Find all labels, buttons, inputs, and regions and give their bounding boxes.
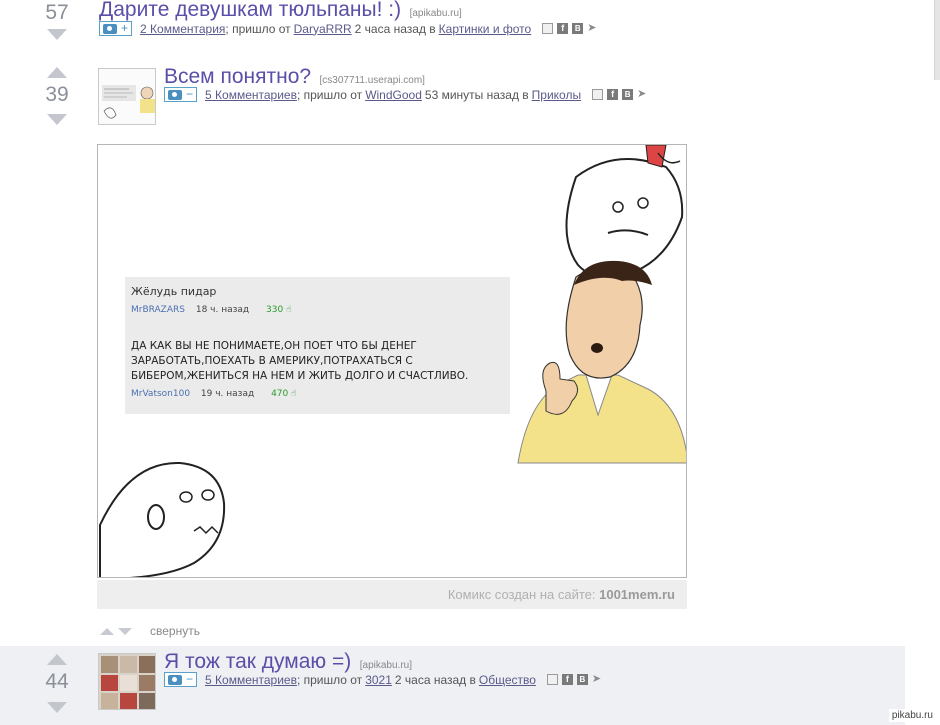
from-text: ; пришло от — [225, 21, 291, 36]
comic-comment-box: Жёлудь пидар MrBRAZARS 18 ч. назад 330 ☝… — [125, 277, 510, 414]
post-domain: [cs307711.userapi.com] — [319, 75, 425, 86]
post-title-link[interactable]: Я тож так думаю =) — [164, 650, 351, 673]
facebook-icon[interactable]: f — [557, 23, 569, 34]
comment-user: MrBRAZARS — [131, 305, 185, 315]
post-title-link[interactable]: Всем понятно? — [164, 65, 311, 88]
from-text: ; пришло от — [296, 87, 363, 102]
upvote-arrow-icon[interactable] — [47, 654, 67, 665]
post-thumbnail[interactable] — [98, 68, 156, 125]
rage-face-top-right — [565, 145, 684, 278]
credit-prefix: Комикс создан на сайте: — [447, 587, 596, 602]
category-link[interactable]: Общество — [479, 673, 536, 687]
post-thumbnail[interactable] — [98, 653, 156, 710]
comment-time: 19 ч. назад — [200, 389, 255, 399]
facebook-icon[interactable]: f — [561, 674, 573, 685]
post-domain: [apikabu.ru] — [409, 8, 462, 19]
comments-link[interactable]: 2 Комментария — [140, 22, 225, 36]
rage-face-bottom-left — [99, 461, 226, 577]
collapse-link[interactable]: свернуть — [150, 624, 200, 638]
category-link[interactable]: Приколы — [532, 88, 581, 102]
camera-icon — [168, 674, 182, 685]
vkontakte-icon[interactable]: B — [622, 89, 634, 100]
post-image-comic[interactable]: Жёлудь пидар MrBRAZARS 18 ч. назад 330 ☝… — [97, 144, 687, 578]
rating-value: 57 — [45, 1, 69, 24]
image-toggle-button[interactable]: − — [164, 87, 198, 102]
vkontakte-icon[interactable]: B — [576, 674, 588, 685]
twitter-icon[interactable]: ➤ — [592, 674, 604, 685]
downvote-arrow-icon[interactable] — [47, 702, 67, 713]
downvote-arrow-icon[interactable] — [47, 114, 67, 125]
toggle-sign: − — [186, 672, 194, 686]
author-link[interactable]: WindGood — [365, 88, 422, 102]
camera-icon — [103, 23, 117, 34]
vote-widget: 57 — [40, 0, 74, 40]
comment-title: Жёлудь пидар — [131, 285, 217, 298]
site-watermark: pikabu.ru — [888, 709, 936, 722]
credit-site: 1001mem.ru — [599, 587, 675, 602]
comments-link[interactable]: 5 Комментариев — [205, 673, 297, 687]
comment-meta-row: MrVatson100 19 ч. назад 470 ☝ — [131, 389, 297, 399]
post-domain: [apikabu.ru] — [359, 660, 412, 671]
author-link[interactable]: DaryaRRR — [294, 22, 352, 36]
downvote-small-icon[interactable] — [118, 627, 132, 635]
post-title-link[interactable]: Дарите девушкам тюльпаны! :) — [99, 0, 401, 21]
post-actions-row: свернуть — [100, 624, 200, 638]
toggle-sign: − — [186, 87, 194, 101]
from-text: ; пришло от — [296, 672, 363, 687]
post-title-line: Я тож так думаю =) [apikabu.ru] — [164, 650, 412, 674]
thumbnail-image — [99, 654, 155, 709]
post-meta: − 5 Комментариев ; пришло от 3021 2 часа… — [164, 672, 604, 687]
vkontakte-icon[interactable]: B — [572, 23, 584, 34]
post-item: 39 Всем понятно? [cs307711.userapi.com] … — [0, 58, 905, 138]
downvote-arrow-icon[interactable] — [47, 29, 67, 40]
post-title-line: Дарите девушкам тюльпаны! :) [apikabu.ru… — [99, 0, 462, 22]
category-link[interactable]: Картинки и фото — [439, 22, 532, 36]
thumbnail-image — [99, 69, 155, 124]
author-link[interactable]: 3021 — [365, 673, 392, 687]
comment-time: 18 ч. назад — [195, 305, 250, 315]
post-item: 57 Дарите девушкам тюльпаны! :) [apikabu… — [0, 0, 905, 54]
save-icon[interactable] — [542, 23, 554, 34]
share-icons: f B ➤ — [542, 23, 599, 34]
upvote-small-icon[interactable] — [100, 627, 114, 635]
comment-body: ДА КАК ВЫ НЕ ПОНИМАЕТЕ,ОН ПОЕТ ЧТО БЫ ДЕ… — [131, 340, 469, 382]
thumbs-up-icon: ☝ — [286, 305, 292, 315]
post-title-line: Всем понятно? [cs307711.userapi.com] — [164, 65, 425, 89]
post-item: 44 Я тож так думаю =) [apikabu.ru] − 5 К… — [0, 646, 905, 725]
image-toggle-button[interactable]: + — [99, 21, 133, 36]
vote-widget: 44 — [40, 654, 74, 713]
toggle-sign: + — [121, 21, 129, 35]
twitter-icon[interactable]: ➤ — [637, 89, 649, 100]
upvote-arrow-icon[interactable] — [47, 67, 67, 78]
comment-user: MrVatson100 — [131, 389, 191, 399]
page-scrollbar[interactable] — [934, 0, 940, 80]
save-icon[interactable] — [592, 89, 604, 100]
comment-votes: 470 — [271, 389, 289, 399]
time-text: 53 минуты назад в — [424, 87, 529, 102]
comment-votes: 330 — [266, 305, 284, 315]
image-toggle-button[interactable]: − — [164, 672, 198, 687]
vote-widget: 39 — [40, 67, 74, 125]
thumbs-up-icon: ☝ — [291, 389, 297, 399]
share-icons: f B ➤ — [546, 674, 604, 685]
thumbs-up-man — [517, 260, 686, 464]
comic-credit: Комикс создан на сайте: 1001mem.ru — [97, 580, 687, 609]
time-text: 2 часа назад в — [394, 672, 476, 687]
save-icon[interactable] — [546, 674, 558, 685]
facebook-icon[interactable]: f — [607, 89, 619, 100]
time-text: 2 часа назад в — [354, 21, 436, 36]
comment-meta-row: MrBRAZARS 18 ч. назад 330 ☝ — [131, 305, 292, 315]
comments-link[interactable]: 5 Комментариев — [205, 88, 297, 102]
post-meta: + 2 Комментария ; пришло от DaryaRRR 2 ч… — [99, 21, 599, 36]
share-icons: f B ➤ — [592, 89, 649, 100]
post-meta: − 5 Комментариев ; пришло от WindGood 53… — [164, 87, 649, 102]
rating-value: 39 — [45, 83, 69, 106]
twitter-icon[interactable]: ➤ — [587, 23, 599, 34]
rating-value: 44 — [45, 670, 69, 693]
camera-icon — [168, 89, 182, 100]
